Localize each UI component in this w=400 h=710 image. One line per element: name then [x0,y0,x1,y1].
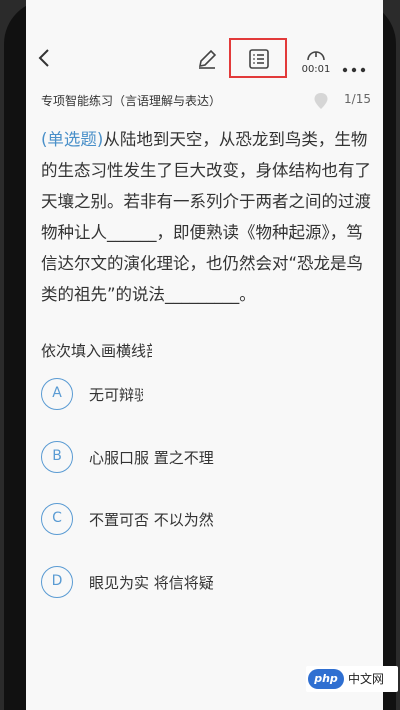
option-letter-circle: C [41,503,73,535]
question-progress: 1/15 [344,92,371,106]
more-icon[interactable] [342,58,366,77]
option-b[interactable]: B 心服口服 置之不理 [41,441,361,475]
timer-icon [307,51,325,61]
timer-readout: 00:01 [301,64,331,75]
option-text: 无可辩驳 [89,386,143,404]
watermark-logo: php [308,669,344,689]
question-type-tag: (单选题) [41,130,104,149]
option-c[interactable]: C 不置可否 不以为然 [41,503,361,537]
watermark: php 中文网 [306,666,398,692]
answer-sheet-button[interactable] [229,38,287,78]
instruction-text: 依次填入画横线部分最恰当的一项是： [41,342,152,360]
question-stem: (单选题)从陆地到天空，从恐龙到鸟类，生物的生态习性发生了巨大改变，身体结构也有… [41,124,376,310]
app-screen: 00:01 专项智能练习（言语理解与表达） 1/15 (单选题)从陆地到天空，从… [26,0,383,710]
answer-sheet-icon [249,49,269,69]
option-text: 心服口服 置之不理 [89,449,214,467]
category-label: 专项智能练习（言语理解与表达） [41,94,222,108]
back-arrow-icon[interactable] [38,48,50,72]
option-a[interactable]: A 无可辩驳 [41,378,361,412]
option-text: 不置可否 不以为然 [89,511,214,529]
pencil-icon[interactable] [196,48,218,74]
timer-button[interactable]: 00:01 [296,46,336,75]
top-toolbar: 00:01 [26,32,383,84]
watermark-text: 中文网 [348,672,385,686]
question-instruction: 依次填入画横线部分最恰当的一项是： [41,340,152,361]
phone-frame: 00:01 专项智能练习（言语理解与表达） 1/15 (单选题)从陆地到天空，从… [4,0,396,710]
option-letter-circle: D [41,566,73,598]
option-letter-circle: A [41,378,73,410]
location-pin-icon [313,92,329,113]
option-text: 眼见为实 将信将疑 [89,574,214,592]
practice-info-bar: 专项智能练习（言语理解与表达） 1/15 [41,92,371,110]
option-d[interactable]: D 眼见为实 将信将疑 [41,566,361,600]
question-text: 从陆地到天空，从恐龙到鸟类，生物的生态习性发生了巨大改变，身体结构也有了天壤之别… [41,130,371,304]
option-letter-circle: B [41,441,73,473]
